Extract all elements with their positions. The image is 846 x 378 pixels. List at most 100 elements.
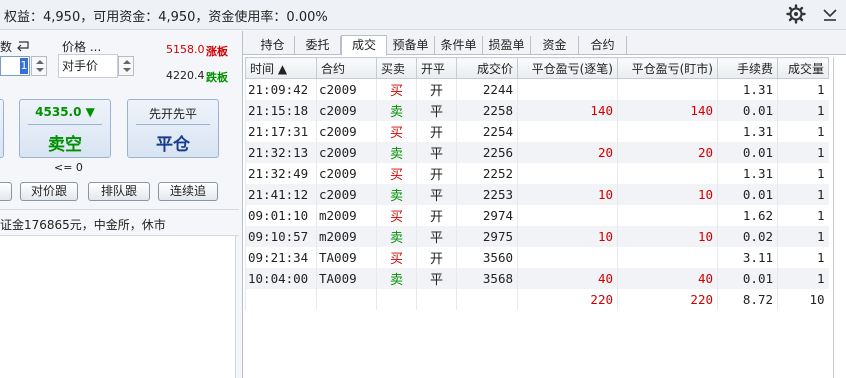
tab-trades[interactable]: 成交 (341, 35, 387, 56)
sell-short-label: 卖空 (48, 135, 82, 155)
limit-up-tag: 涨板 (206, 45, 228, 58)
trade-side: 买 (376, 162, 417, 184)
open-close: 开 (416, 120, 457, 142)
left-edge-button[interactable] (0, 182, 12, 201)
open-close: 平 (416, 183, 457, 205)
tab-orders[interactable]: 委托 (295, 36, 341, 55)
table-row[interactable]: 09:21:34 TA009 买开 3560 3.11 1 (245, 246, 829, 268)
trade-side: 买 (376, 204, 417, 226)
limit-down-price: 4220.4 (166, 69, 205, 82)
quantity-stepper[interactable] (31, 56, 47, 76)
tab-stop-orders[interactable]: 损盈单 (483, 36, 531, 55)
contract-code: c2009 (316, 120, 377, 142)
table-row[interactable]: 21:17:31 c2009 买开 2254 1.31 1 (245, 120, 829, 142)
sell-limit-hint: <= 0 (54, 161, 83, 174)
collapse-chevron-icon[interactable] (820, 4, 840, 24)
tab-contracts[interactable]: 合约 (579, 36, 627, 55)
continuous-chase-button[interactable]: 连续追 (158, 182, 218, 201)
contract-code: TA009 (316, 267, 377, 289)
fee: 0.01 (717, 141, 778, 163)
sell-short-button[interactable]: 4535.0 ▼ 卖空 (19, 99, 111, 158)
record-tabs: 持仓 委托 成交 预备单 条件单 损盈单 资金 合约 (243, 31, 846, 56)
close-position-button[interactable]: 先开先平 平仓 (127, 99, 219, 158)
return-icon[interactable] (16, 40, 30, 52)
trade-time: 09:10:57 (245, 225, 317, 247)
pnl-by-trade (517, 78, 618, 100)
quantity-input[interactable]: 1 (0, 56, 30, 76)
col-fee[interactable]: 手续费 (717, 57, 778, 79)
pnl-mark-to-market (617, 78, 718, 100)
volume: 1 (777, 99, 829, 121)
table-row[interactable]: 21:32:13 c2009 卖平 2256 20 20 0.01 1 (245, 141, 829, 163)
fee: 0.01 (717, 183, 778, 205)
limit-up-price: 5158.0 (166, 43, 205, 56)
pnl-mark-to-market (617, 162, 718, 184)
price-stepper[interactable] (118, 56, 134, 76)
open-close: 平 (416, 267, 457, 289)
total-fee: 8.72 (717, 288, 778, 310)
pnl-by-trade: 10 (517, 183, 618, 205)
table-row[interactable]: 21:32:49 c2009 买开 2252 1.31 1 (245, 162, 829, 184)
contract-code: c2009 (316, 99, 377, 121)
pnl-mark-to-market: 10 (617, 183, 718, 205)
fee: 3.11 (717, 246, 778, 268)
price-mode-select[interactable]: 对手价 (58, 54, 118, 78)
col-time[interactable]: 时间 ▲ (245, 57, 317, 79)
account-status-bar: 权益：4,950，可用资金：4,950，资金使用率：0.00% (0, 0, 846, 30)
trade-side: 卖 (376, 183, 417, 205)
table-row[interactable]: 21:15:18 c2009 卖平 2258 140 140 0.01 1 (245, 99, 829, 121)
trade-side: 买 (376, 78, 417, 100)
open-close: 平 (416, 99, 457, 121)
quantity-value: 1 (20, 58, 28, 74)
col-open-close[interactable]: 开平 (416, 57, 457, 79)
col-pnl-trade[interactable]: 平仓盈亏(逐笔) (517, 57, 618, 79)
order-entry-panel: 数 价格 ... 5158.0 涨板 4220.4 跌板 1 对手价 4535.… (0, 31, 239, 378)
table-row[interactable]: 21:09:42 c2009 买开 2244 1.31 1 (245, 78, 829, 100)
tab-funds[interactable]: 资金 (531, 36, 579, 55)
tab-positions[interactable]: 持仓 (251, 36, 295, 55)
volume: 1 (777, 183, 829, 205)
contract-code: m2009 (316, 204, 377, 226)
table-row[interactable]: 10:04:00 TA009 卖平 3568 40 40 0.01 1 (245, 267, 829, 289)
close-position-label: 平仓 (156, 135, 190, 155)
trade-time: 21:09:42 (245, 78, 317, 100)
gear-icon[interactable] (786, 4, 806, 24)
follow-price-button[interactable]: 对价跟 (20, 182, 78, 201)
pnl-by-trade: 10 (517, 225, 618, 247)
pnl-by-trade (517, 246, 618, 268)
trade-time: 21:32:49 (245, 162, 317, 184)
open-close: 平 (416, 141, 457, 163)
tab-prepared-orders[interactable]: 预备单 (387, 36, 435, 55)
pnl-by-trade (517, 120, 618, 142)
fee: 0.01 (717, 267, 778, 289)
pnl-mark-to-market: 40 (617, 267, 718, 289)
pnl-mark-to-market (617, 120, 718, 142)
col-side[interactable]: 买卖 (376, 57, 417, 79)
tab-conditional-orders[interactable]: 条件单 (435, 36, 483, 55)
table-row[interactable]: 09:01:10 m2009 买开 2974 1.62 1 (245, 204, 829, 226)
fee: 1.31 (717, 78, 778, 100)
queue-follow-button[interactable]: 排队跟 (88, 182, 150, 201)
pnl-by-trade: 20 (517, 141, 618, 163)
limit-down-tag: 跌板 (206, 71, 228, 84)
trade-side: 卖 (376, 99, 417, 121)
trade-price: 2975 (456, 225, 518, 247)
total-blank (456, 288, 518, 310)
volume: 1 (777, 78, 829, 100)
total-blank (416, 288, 457, 310)
trade-side: 卖 (376, 141, 417, 163)
col-price[interactable]: 成交价 (456, 57, 518, 79)
pnl-by-trade (517, 162, 618, 184)
col-pnl-mtm[interactable]: 平仓盈亏(盯市) (617, 57, 718, 79)
col-contract[interactable]: 合约 (316, 57, 377, 79)
table-row[interactable]: 21:41:12 c2009 卖平 2253 10 10 0.01 1 (245, 183, 829, 205)
trade-price: 2974 (456, 204, 518, 226)
price-label[interactable]: 价格 ... (62, 38, 101, 55)
trade-price: 2244 (456, 78, 518, 100)
col-volume[interactable]: 成交量 (777, 57, 829, 79)
table-row[interactable]: 09:10:57 m2009 卖平 2975 10 10 0.02 1 (245, 225, 829, 247)
volume: 1 (777, 267, 829, 289)
table-header: 时间 ▲ 合约 买卖 开平 成交价 平仓盈亏(逐笔) 平仓盈亏(盯市) 手续费 … (245, 57, 829, 79)
volume: 1 (777, 246, 829, 268)
buy-button-edge[interactable] (0, 99, 4, 158)
